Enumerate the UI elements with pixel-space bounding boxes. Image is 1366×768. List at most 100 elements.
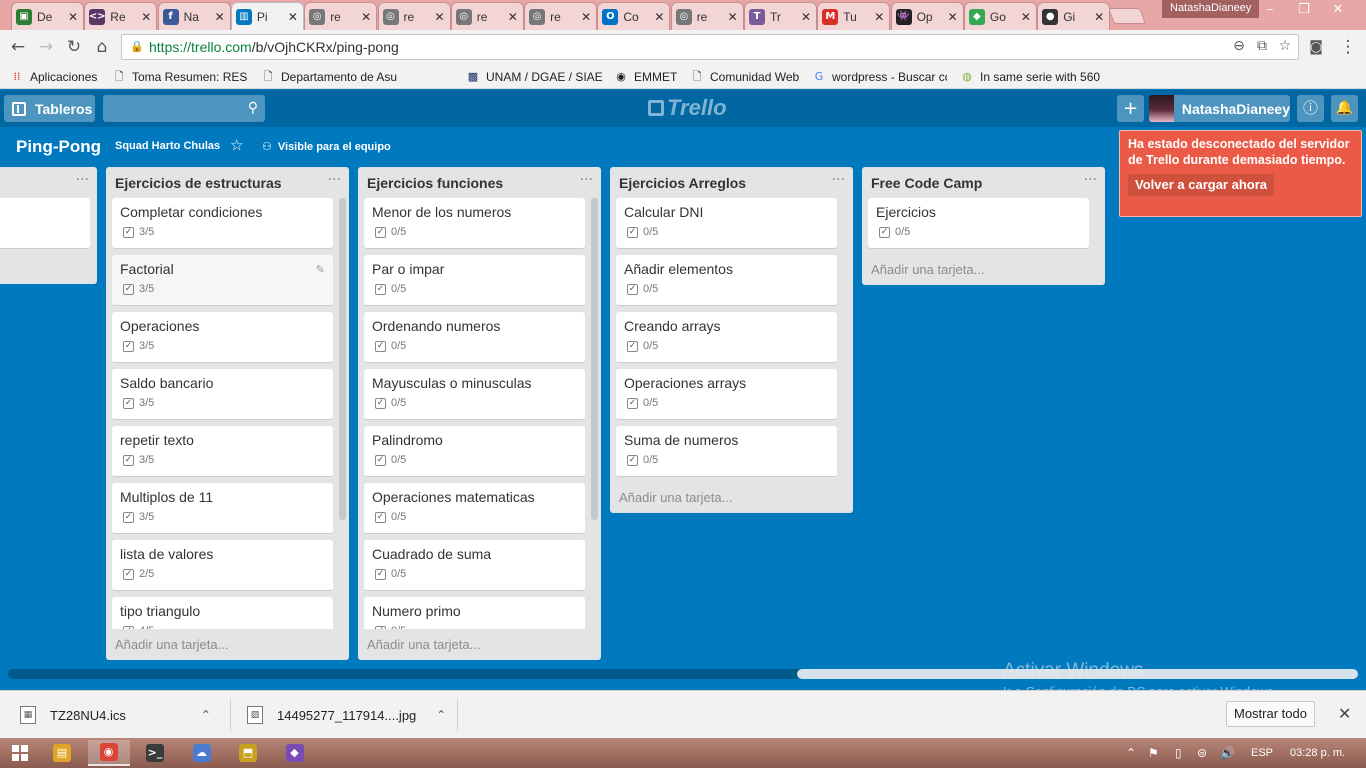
list-card[interactable]: repetir texto ✓ 3/5 <box>112 426 333 477</box>
close-tab-icon[interactable]: ✕ <box>1020 10 1032 24</box>
browser-tab[interactable]: ◎ re ✕ <box>304 2 378 30</box>
restore-icon[interactable]: ❐ <box>1289 0 1319 20</box>
list-card[interactable]: Cuadrado de suma ✓ 0/5 <box>364 540 585 591</box>
close-tab-icon[interactable]: ✕ <box>653 10 665 24</box>
bookmark-item[interactable]: ⁞⁞ Aplicaciones <box>10 68 98 86</box>
list-card[interactable]: Mayusculas o minusculas ✓ 0/5 <box>364 369 585 420</box>
taskbar-app[interactable]: >_ <box>134 740 176 766</box>
list-card[interactable]: Ordenando numeros ✓ 0/5 <box>364 312 585 363</box>
bookmark-item[interactable]: 🗋 Toma Resumen: RESU <box>112 68 247 86</box>
browser-tab[interactable]: O Co ✕ <box>597 2 671 30</box>
reload-now-button[interactable]: Volver a cargar ahora <box>1128 174 1274 196</box>
close-tab-icon[interactable]: ✕ <box>67 10 79 24</box>
browser-tab[interactable]: ◎ re ✕ <box>670 2 744 30</box>
search-input[interactable]: ⚲ <box>103 95 265 122</box>
list-card[interactable]: Par o impar ✓ 0/5 <box>364 255 585 306</box>
close-tab-icon[interactable]: ✕ <box>214 10 226 24</box>
list-card[interactable]: Menor de los numeros ✓ 0/5 <box>364 198 585 249</box>
add-card-link[interactable]: Añadir una tarjeta... <box>115 637 228 652</box>
list-menu-icon[interactable]: ··· <box>76 172 89 188</box>
close-tab-icon[interactable]: ✕ <box>727 10 739 24</box>
list-card[interactable]: Saldo bancario ✓ 3/5 <box>112 369 333 420</box>
browser-profile-name[interactable]: NatashaDianeey <box>1162 0 1260 18</box>
taskbar-app[interactable]: ☁ <box>181 740 223 766</box>
close-tab-icon[interactable]: ✕ <box>1093 10 1105 24</box>
notifications-bell-icon[interactable]: 🔔 <box>1331 95 1358 122</box>
forward-icon[interactable]: → <box>36 37 56 57</box>
list-menu-icon[interactable]: ··· <box>1084 172 1097 188</box>
list-card[interactable]: Completar condiciones ✓ 3/5 <box>112 198 333 249</box>
download-item[interactable]: ▨ 14495277_117914....jpg ⌃ <box>247 691 446 739</box>
add-card-link[interactable]: Añadir una tarjeta... <box>367 637 480 652</box>
board-team[interactable]: Squad Harto Chulas <box>115 140 220 152</box>
list-card[interactable]: Factorial ✓ 3/5 ✎ <box>112 255 333 306</box>
home-icon[interactable]: ⌂ <box>92 37 112 57</box>
close-tab-icon[interactable]: ✕ <box>434 10 446 24</box>
edit-pencil-icon[interactable]: ✎ <box>316 263 325 276</box>
list-card[interactable]: Palindromo ✓ 0/5 <box>364 426 585 477</box>
close-icon[interactable]: ✕ <box>1338 704 1351 723</box>
star-icon[interactable]: ☆ <box>230 136 243 154</box>
browser-tab[interactable]: M Tu ✕ <box>817 2 891 30</box>
list-title[interactable]: Ejercicios funciones <box>367 175 503 191</box>
list-menu-icon[interactable]: ··· <box>580 172 593 188</box>
list-card[interactable]: Operaciones ✓ 3/5 <box>112 312 333 363</box>
visibility-button[interactable]: ⚇ Visible para el equipo <box>262 140 391 153</box>
show-all-downloads-button[interactable]: Mostrar todo <box>1226 701 1315 727</box>
close-tab-icon[interactable]: ✕ <box>873 10 885 24</box>
close-tab-icon[interactable]: ✕ <box>360 10 372 24</box>
list-scrollbar[interactable] <box>339 198 346 520</box>
list-card[interactable]: Operaciones matematicas ✓ 0/5 <box>364 483 585 534</box>
minimize-icon[interactable]: – <box>1255 0 1285 20</box>
browser-tab[interactable]: ▥ Pi ✕ <box>230 2 304 30</box>
address-bar[interactable]: 🔒 https://trello.com/b/vOjhCKRx/ping-pon… <box>121 34 1299 60</box>
list-menu-icon[interactable]: ··· <box>328 172 341 188</box>
member-menu[interactable]: NatashaDianeey <box>1149 95 1290 122</box>
bookmark-item[interactable]: 🗋 Comunidad Web <box>690 68 800 86</box>
taskbar-app[interactable]: ⬒ <box>227 740 269 766</box>
board-title[interactable]: Ping-Pong <box>16 137 101 157</box>
bookmark-item[interactable]: ◍ In same serie with 560 <box>960 68 1100 86</box>
browser-tab[interactable]: 👾 Op ✕ <box>890 2 964 30</box>
chevron-up-icon[interactable]: ⌃ <box>436 708 446 722</box>
volume-icon[interactable]: 🔊 <box>1220 746 1235 760</box>
bookmark-item[interactable]: ▩ UNAM / DGAE / SIAE <box>466 68 603 86</box>
browser-tab[interactable]: ◎ re ✕ <box>450 2 524 30</box>
close-tab-icon[interactable]: ✕ <box>947 10 959 24</box>
browser-tab[interactable]: ◆ Go ✕ <box>963 2 1037 30</box>
taskbar-clock[interactable]: 03:28 p. m. <box>1290 747 1345 759</box>
bookmark-star-icon[interactable]: ☆ <box>1276 38 1294 56</box>
list-card[interactable]: lista de valores ✓ 2/5 <box>112 540 333 591</box>
list-card[interactable]: Operaciones arrays ✓ 0/5 <box>616 369 837 420</box>
browser-menu-icon[interactable]: ⋮ <box>1338 37 1358 57</box>
zoom-icon[interactable]: ⊖ <box>1230 38 1248 56</box>
close-tab-icon[interactable]: ✕ <box>287 10 299 24</box>
close-tab-icon[interactable]: ✕ <box>140 10 152 24</box>
bookmark-item[interactable]: 🗋 Departamento de Asu <box>261 68 398 86</box>
list-card[interactable]: Numero primo ✓ 0/5 <box>364 597 585 629</box>
info-icon[interactable]: ⓘ <box>1297 95 1324 122</box>
back-icon[interactable]: ← <box>8 37 28 57</box>
browser-tab[interactable]: ◎ re ✕ <box>524 2 598 30</box>
chevron-up-icon[interactable]: ⌃ <box>201 708 211 722</box>
taskbar-app[interactable]: ◉ <box>87 740 130 766</box>
bookmark-item[interactable]: ◉ EMMET <box>614 68 677 86</box>
close-window-icon[interactable]: ✕ <box>1323 0 1353 20</box>
browser-tab[interactable]: f Na ✕ <box>157 2 231 30</box>
network-icon[interactable]: ⊜ <box>1197 746 1207 760</box>
close-tab-icon[interactable]: ✕ <box>507 10 519 24</box>
trello-logo[interactable]: Trello <box>648 95 727 120</box>
list-scrollbar[interactable] <box>591 198 598 520</box>
add-card-link[interactable]: Añadir una tarjeta... <box>871 262 984 277</box>
list-card[interactable]: Añadir elementos ✓ 0/5 <box>616 255 837 306</box>
new-tab-button[interactable] <box>1108 8 1146 24</box>
boards-button[interactable]: Tableros <box>4 95 95 122</box>
flag-icon[interactable]: ⚑ <box>1148 746 1159 760</box>
card-partial[interactable] <box>0 198 90 249</box>
input-language[interactable]: ESP <box>1251 747 1273 759</box>
list-title[interactable]: Ejercicios de estructuras <box>115 175 282 191</box>
add-card-link[interactable]: Añadir una tarjeta... <box>619 490 732 505</box>
list-title[interactable]: Free Code Camp <box>871 175 982 191</box>
windows-start-icon[interactable] <box>12 745 28 761</box>
add-icon[interactable]: + <box>1117 95 1144 122</box>
